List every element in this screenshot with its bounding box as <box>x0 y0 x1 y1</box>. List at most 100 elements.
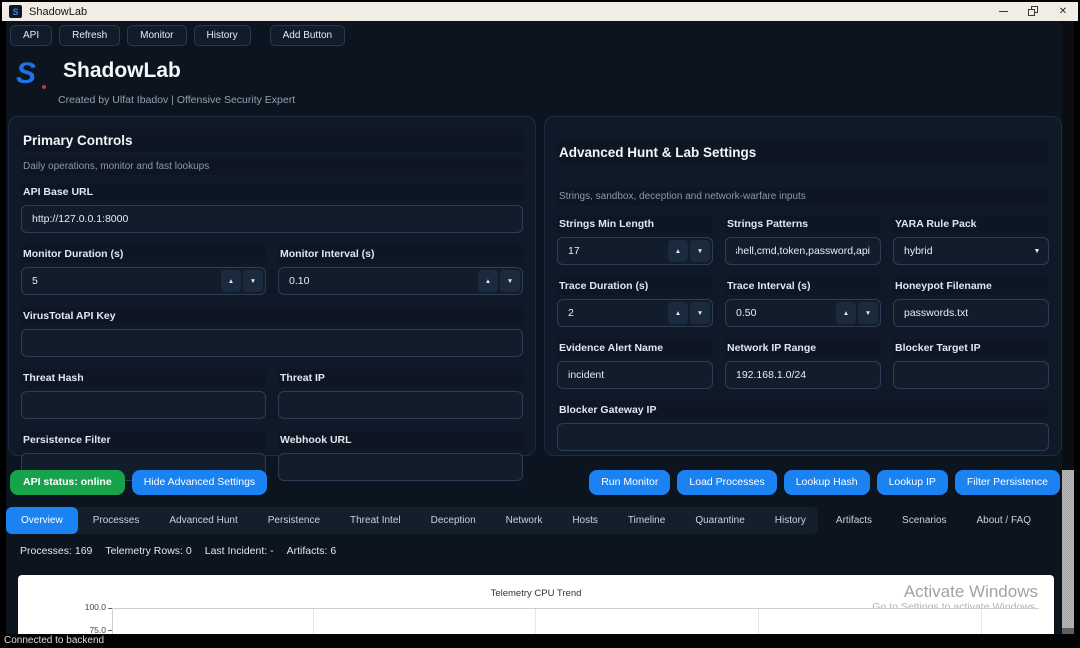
tab-about-faq[interactable]: About / FAQ <box>962 507 1046 534</box>
filter-persistence-button[interactable]: Filter Persistence <box>955 470 1060 495</box>
tab-advanced-hunt[interactable]: Advanced Hunt <box>154 507 252 534</box>
trace-duration-input[interactable] <box>558 300 668 326</box>
webhook-url-input[interactable] <box>278 453 523 481</box>
lookup-ip-button[interactable]: Lookup IP <box>877 470 948 495</box>
run-monitor-button[interactable]: Run Monitor <box>589 470 670 495</box>
honeypot-filename-field: Honeypot Filename <box>893 277 1049 327</box>
status-bar-text: Connected to backend <box>4 635 104 646</box>
tab-artifacts[interactable]: Artifacts <box>821 507 887 534</box>
yara-rule-pack-label: YARA Rule Pack <box>893 215 1049 233</box>
blocker-gateway-ip-input[interactable] <box>557 423 1049 451</box>
spin-down-icon[interactable]: ▼ <box>500 270 520 292</box>
trace-interval-input[interactable] <box>726 300 836 326</box>
toolbar-history-button[interactable]: History <box>194 25 251 46</box>
spin-up-icon[interactable]: ▲ <box>221 270 241 292</box>
tab-history[interactable]: History <box>760 507 821 534</box>
vertical-scrollbar-thumb[interactable] <box>1062 470 1074 628</box>
summary-processes: Processes: 169 <box>20 545 92 557</box>
page-subtitle: Created by Ulfat Ibadov | Offensive Secu… <box>58 94 295 106</box>
y-axis-tick-100: 100.0 <box>48 602 106 612</box>
hide-advanced-settings-button[interactable]: Hide Advanced Settings <box>132 470 268 495</box>
tab-overview[interactable]: Overview <box>6 507 78 534</box>
spin-down-icon[interactable]: ▼ <box>243 270 263 292</box>
strings-patterns-label: Strings Patterns <box>725 215 881 233</box>
monitor-interval-spinner: ▲ ▼ <box>278 267 523 295</box>
app-content: API Refresh Monitor History Add Button S… <box>6 21 1074 634</box>
window-controls: ✕ <box>988 2 1078 21</box>
summary-last-incident: Last Incident: - <box>205 545 274 557</box>
strings-patterns-input[interactable] <box>725 237 881 265</box>
virustotal-api-key-label: VirusTotal API Key <box>21 307 523 325</box>
app-icon-letter: S <box>12 7 18 17</box>
threat-hash-input[interactable] <box>21 391 266 419</box>
chevron-down-icon: ▼ <box>1026 238 1048 264</box>
spin-down-icon[interactable]: ▼ <box>690 302 710 324</box>
tab-timeline[interactable]: Timeline <box>613 507 680 534</box>
tab-scenarios[interactable]: Scenarios <box>887 507 961 534</box>
tab-persistence[interactable]: Persistence <box>253 507 335 534</box>
trace-duration-spinner: ▲ ▼ <box>557 299 713 327</box>
yara-rule-pack-select[interactable]: hybrid ▼ <box>893 237 1049 265</box>
actions-left-group: API status: online Hide Advanced Setting… <box>10 470 267 495</box>
spin-down-icon[interactable]: ▼ <box>858 302 878 324</box>
toolbar-refresh-button[interactable]: Refresh <box>59 25 120 46</box>
tab-hosts[interactable]: Hosts <box>557 507 613 534</box>
watermark-line1: Activate Windows <box>872 582 1038 601</box>
yara-rule-pack-value: hybrid <box>894 238 1026 264</box>
spin-up-icon[interactable]: ▲ <box>836 302 856 324</box>
threat-hash-label: Threat Hash <box>21 369 266 387</box>
threat-ip-input[interactable] <box>278 391 523 419</box>
y-axis-tick-75: 75.0 <box>48 625 106 634</box>
lookup-hash-button[interactable]: Lookup Hash <box>784 470 870 495</box>
monitor-duration-field: Monitor Duration (s) ▲ ▼ <box>21 245 266 295</box>
restore-icon <box>1028 6 1039 17</box>
network-ip-range-input[interactable] <box>725 361 881 389</box>
close-button[interactable]: ✕ <box>1048 2 1078 21</box>
spin-up-icon[interactable]: ▲ <box>478 270 498 292</box>
toolbar-add-button[interactable]: Add Button <box>270 25 345 46</box>
toolbar-monitor-button[interactable]: Monitor <box>127 25 186 46</box>
strings-min-length-input[interactable] <box>558 238 668 264</box>
network-ip-range-field: Network IP Range <box>725 339 881 389</box>
restore-button[interactable] <box>1018 2 1048 21</box>
honeypot-filename-label: Honeypot Filename <box>893 277 1049 295</box>
api-base-url-input[interactable] <box>21 205 523 233</box>
persistence-filter-label: Persistence Filter <box>21 431 266 449</box>
blocker-target-ip-label: Blocker Target IP <box>893 339 1049 357</box>
honeypot-filename-input[interactable] <box>893 299 1049 327</box>
minimize-button[interactable] <box>988 2 1018 21</box>
tab-deception[interactable]: Deception <box>416 507 491 534</box>
window-title: ShadowLab <box>29 6 87 18</box>
tab-processes[interactable]: Processes <box>78 507 155 534</box>
strings-min-length-spinner: ▲ ▼ <box>557 237 713 265</box>
gridline <box>981 609 982 634</box>
screen: { "window": { "title": "ShadowLab", "ico… <box>0 0 1080 648</box>
strings-patterns-field: Strings Patterns <box>725 215 881 265</box>
monitor-interval-input[interactable] <box>279 268 478 294</box>
gridline <box>535 609 536 634</box>
evidence-alert-name-input[interactable] <box>557 361 713 389</box>
monitor-duration-input[interactable] <box>22 268 221 294</box>
chart-plot-area <box>112 608 1039 634</box>
load-processes-button[interactable]: Load Processes <box>677 470 776 495</box>
spin-up-icon[interactable]: ▲ <box>668 302 688 324</box>
tab-threat-intel[interactable]: Threat Intel <box>335 507 416 534</box>
spin-down-icon[interactable]: ▼ <box>690 240 710 262</box>
tab-quarantine[interactable]: Quarantine <box>680 507 759 534</box>
trace-interval-field: Trace Interval (s) ▲ ▼ <box>725 277 881 327</box>
toolbar-api-button[interactable]: API <box>10 25 52 46</box>
blocker-gateway-ip-label: Blocker Gateway IP <box>557 401 1049 419</box>
webhook-url-label: Webhook URL <box>278 431 523 449</box>
blocker-target-ip-input[interactable] <box>893 361 1049 389</box>
app-icon: S <box>9 5 22 18</box>
virustotal-api-key-input[interactable] <box>21 329 523 357</box>
monitor-duration-spinner: ▲ ▼ <box>21 267 266 295</box>
blocker-gateway-ip-field: Blocker Gateway IP <box>557 401 1049 451</box>
tab-network[interactable]: Network <box>491 507 558 534</box>
shadowlab-logo: S <box>16 57 50 93</box>
network-ip-range-label: Network IP Range <box>725 339 881 357</box>
trace-interval-label: Trace Interval (s) <box>725 277 881 295</box>
monitor-interval-label: Monitor Interval (s) <box>278 245 523 263</box>
spin-up-icon[interactable]: ▲ <box>668 240 688 262</box>
tab-bar: Overview Processes Advanced Hunt Persist… <box>6 507 818 534</box>
